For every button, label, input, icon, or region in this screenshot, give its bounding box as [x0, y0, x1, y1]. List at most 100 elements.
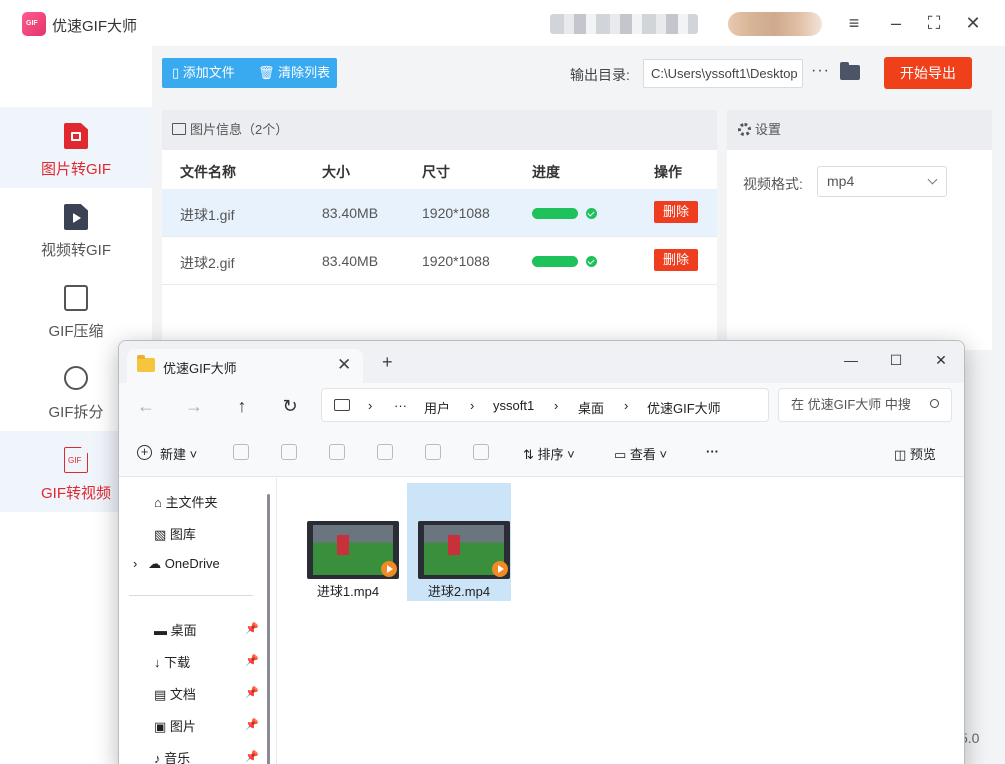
gear-icon [738, 123, 751, 136]
pin-icon: 📌 [245, 623, 259, 635]
refresh-icon[interactable]: ↻ [277, 393, 303, 419]
blurred-avatar-badge[interactable] [728, 12, 822, 36]
nav-item-home[interactable]: ⌂ 主文件夹 [154, 492, 217, 511]
app-titlebar: 优速GIF大师 ≡ – ⛶ ✕ [0, 0, 1005, 46]
file-item[interactable]: 进球2.mp4 [407, 483, 511, 601]
chevron-down-icon [927, 174, 938, 185]
sidebar-item-image-to-gif[interactable]: 图片转GIF [0, 107, 152, 188]
new-button[interactable]: 新建 ˅ [160, 444, 197, 463]
file-name: 进球1.mp4 [316, 584, 380, 599]
video-format-select[interactable]: mp4 [817, 166, 947, 197]
output-path-field[interactable]: C:\Users\yssoft1\Desktop [643, 59, 803, 88]
new-tab-icon[interactable]: + [382, 352, 393, 373]
explorer-nav-bar: ← → ↑ ↻ › ··· 用户 › yssoft1 › 桌面 › 优速GIF大… [119, 383, 964, 429]
breadcrumb-separator: › [470, 398, 475, 413]
nav-item-downloads[interactable]: ↓ 下载 [154, 652, 190, 671]
delete-icon[interactable] [473, 444, 489, 460]
gif-video-icon: GIF [64, 447, 88, 473]
nav-item-music[interactable]: ♪ 音乐 [154, 748, 190, 764]
sidebar-item-gif-compress[interactable]: GIF压缩 [0, 269, 152, 350]
settings-panel: 设置 视频格式: mp4 [727, 110, 992, 350]
search-input[interactable]: 在 优速GIF大师 中搜 [778, 388, 952, 422]
file-name: 进球2.mp4 [427, 584, 491, 599]
sort-button[interactable]: ⇅ 排序 ˅ [523, 444, 575, 463]
sidebar-item-label: GIF压缩 [48, 323, 104, 340]
address-bar[interactable]: › ··· 用户 › yssoft1 › 桌面 › 优速GIF大师 [321, 388, 769, 422]
file-button-group: ▯ 添加文件 🗑 清除列表 [162, 58, 337, 88]
breadcrumb-item-desktop[interactable]: 桌面 [578, 398, 604, 417]
compress-icon [64, 285, 88, 311]
breadcrumb-item-user[interactable]: yssoft1 [493, 398, 534, 413]
file-item[interactable]: 进球1.mp4 [296, 483, 400, 601]
paste-icon[interactable] [329, 444, 345, 460]
file-dimension-cell: 1920*1088 [422, 253, 490, 269]
breadcrumb-more[interactable]: ··· [394, 398, 407, 413]
file-explorer-window: 优速GIF大师 ✕ + — ☐ ✕ ← → ↑ ↻ › ··· 用户 › yss… [118, 340, 965, 764]
split-icon [64, 366, 88, 390]
menu-icon[interactable]: ≡ [842, 11, 866, 35]
output-dir-label: 输出目录: [570, 67, 630, 83]
start-export-button[interactable]: 开始导出 [884, 57, 972, 89]
progress-bar [532, 208, 578, 219]
sidebar-item-video-to-gif[interactable]: 视频转GIF [0, 188, 152, 269]
column-header-dimension: 尺寸 [422, 164, 450, 180]
file-name-cell: 进球1.gif [180, 207, 235, 223]
search-icon [930, 399, 939, 408]
image-info-panel: 图片信息（2个） 文件名称 大小 尺寸 进度 操作 进球1.gif 83.40M… [162, 110, 717, 350]
up-arrow-icon[interactable]: ↑ [229, 393, 255, 419]
rename-icon[interactable] [377, 444, 393, 460]
sidebar-item-label: 视频转GIF [41, 242, 111, 259]
panel-title: 图片信息（2个） [190, 122, 289, 137]
folder-icon[interactable] [840, 62, 860, 80]
pane-divider[interactable] [276, 478, 277, 764]
close-tab-icon[interactable]: ✕ [337, 355, 351, 375]
more-options-button[interactable]: ··· [811, 62, 830, 80]
explorer-tab[interactable]: 优速GIF大师 ✕ [127, 349, 363, 383]
nav-item-onedrive[interactable]: › ☁ OneDrive [133, 556, 220, 572]
close-icon[interactable]: ✕ [926, 347, 956, 373]
preview-button[interactable]: ◫ 预览 [894, 444, 936, 463]
forward-arrow-icon[interactable]: → [181, 393, 207, 419]
breadcrumb-item-users[interactable]: 用户 [424, 398, 450, 417]
column-header-progress: 进度 [532, 164, 560, 180]
app-title: 优速GIF大师 [52, 18, 137, 35]
explorer-nav-pane: ⌂ 主文件夹 ▧ 图库 › ☁ OneDrive ▬ 桌面 📌 ↓ 下载 📌 ▤… [119, 478, 274, 764]
minimize-icon[interactable]: — [836, 347, 866, 373]
breadcrumb-separator: › [368, 398, 373, 413]
tab-title: 优速GIF大师 [163, 361, 237, 376]
nav-item-pictures[interactable]: ▣ 图片 [154, 716, 196, 735]
cut-icon[interactable] [233, 444, 249, 460]
column-header-size: 大小 [322, 164, 350, 180]
table-row[interactable]: 进球2.gif 83.40MB 1920*1088 删除 [162, 237, 717, 285]
view-button[interactable]: ▭ 查看 ˅ [614, 444, 667, 463]
nav-item-desktop[interactable]: ▬ 桌面 [154, 620, 197, 639]
check-icon [586, 256, 597, 267]
video-thumbnail [418, 521, 510, 579]
close-icon[interactable]: ✕ [961, 11, 985, 35]
new-plus-icon: + [137, 445, 152, 460]
explorer-tab-bar: 优速GIF大师 ✕ + — ☐ ✕ [119, 341, 964, 383]
delete-button[interactable]: 删除 [654, 249, 698, 271]
maximize-icon[interactable]: ☐ [881, 347, 911, 373]
nav-item-gallery[interactable]: ▧ 图库 [154, 524, 196, 543]
breadcrumb-separator: › [624, 398, 629, 413]
breadcrumb-item-folder[interactable]: 优速GIF大师 [647, 398, 721, 417]
panel-header: 设置 [727, 110, 992, 150]
explorer-command-bar: + 新建 ˅ ⇅ 排序 ˅ ▭ 查看 ˅ ··· ◫ 预览 [119, 429, 964, 477]
add-file-button[interactable]: ▯ 添加文件 [172, 58, 235, 88]
delete-button[interactable]: 删除 [654, 201, 698, 223]
minimize-icon[interactable]: – [884, 11, 908, 35]
panel-title: 设置 [755, 122, 782, 137]
back-arrow-icon[interactable]: ← [133, 393, 159, 419]
table-row[interactable]: 进球1.gif 83.40MB 1920*1088 删除 [162, 189, 717, 237]
clear-list-button[interactable]: 🗑 清除列表 [258, 58, 330, 88]
nav-scrollbar[interactable] [267, 494, 270, 764]
share-icon[interactable] [425, 444, 441, 460]
pin-icon: 📌 [245, 655, 259, 667]
nav-item-documents[interactable]: ▤ 文档 [154, 684, 196, 703]
more-options-button[interactable]: ··· [706, 444, 719, 459]
column-header-action: 操作 [654, 164, 682, 180]
copy-icon[interactable] [281, 444, 297, 460]
maximize-icon[interactable]: ⛶ [922, 11, 946, 35]
panel-header: 图片信息（2个） [162, 110, 717, 150]
